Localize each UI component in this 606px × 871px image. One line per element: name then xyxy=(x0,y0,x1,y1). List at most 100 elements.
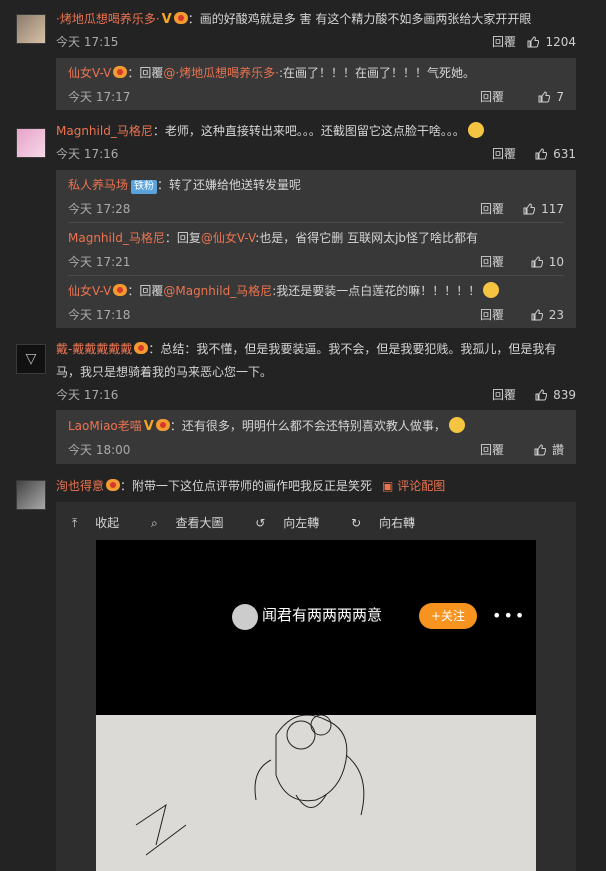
reply-body: :也是，省得它删 互联网太jb怪了啥比都有 xyxy=(255,231,479,245)
timestamp: 今天 17:17 xyxy=(68,90,131,104)
like-button[interactable]: 10 xyxy=(531,253,564,271)
reply-text: 仙女V-V ：回覆@·烤地瓜想喝养乐多·:在画了！！！在画了！！！气死她。 xyxy=(68,62,564,84)
emoji-icon xyxy=(483,282,500,298)
mention-link[interactable]: @Magnhild_马格尼 xyxy=(163,284,272,298)
reply-button[interactable]: 回覆 xyxy=(492,33,516,51)
reply-prefix: ：回复 xyxy=(164,231,201,245)
reply-body: ：还有很多，明明什么都不会还特别喜欢教人做事， xyxy=(169,419,446,433)
comment-text: Magnhild_马格尼：老师，这种直接转出来吧。。。还截图留它这点脸干啥。。。 xyxy=(56,120,576,143)
like-count: 讚 xyxy=(551,443,564,457)
like-button[interactable]: 839 xyxy=(535,386,576,404)
mention-link[interactable]: @·烤地瓜想喝养乐多· xyxy=(163,66,279,80)
sketch-icon xyxy=(135,714,365,856)
emoji-icon xyxy=(448,417,465,433)
divider xyxy=(68,275,564,276)
reply-text: Magnhild_马格尼：回复@仙女V-V:也是，省得它删 互联网太jb怪了啥比… xyxy=(68,227,564,249)
reply-button[interactable]: 回覆 xyxy=(480,253,504,271)
view-large-button[interactable]: ⌕ 查看大圖 xyxy=(151,516,238,530)
reply-prefix: ：回覆 xyxy=(127,284,164,298)
like-button[interactable]: 讚 xyxy=(534,441,564,459)
more-icon: ••• xyxy=(492,606,527,625)
timestamp: 今天 17:16 xyxy=(56,147,119,161)
timestamp: 今天 17:21 xyxy=(68,255,131,269)
username-link[interactable]: 私人养马场 xyxy=(68,178,128,192)
like-button[interactable]: 23 xyxy=(531,306,564,324)
member-icon xyxy=(155,419,170,431)
comment-body: 画的好酸鸡就是多 害 有这个精力酸不如多画两张给大家开开眼 xyxy=(199,12,532,26)
reply-button[interactable]: 回覆 xyxy=(480,200,504,218)
reply-button[interactable]: 回覆 xyxy=(480,441,504,459)
avatar[interactable] xyxy=(16,480,46,510)
thumbs-up-icon xyxy=(535,148,548,160)
username-link[interactable]: Magnhild_马格尼 xyxy=(68,231,165,245)
reply-list: 仙女V-V ：回覆@·烤地瓜想喝养乐多·:在画了！！！在画了！！！气死她。 今天 … xyxy=(56,58,576,110)
comment-image[interactable]: 闻君有两两两两意 +关注 ••• xyxy=(96,540,536,871)
username-link[interactable]: 戴-戴戴戴戴戴 xyxy=(56,342,132,356)
member-icon xyxy=(106,479,121,491)
rotate-right-label: 向右轉 xyxy=(379,516,416,530)
triangle-icon: ▽ xyxy=(25,351,37,367)
username-link[interactable]: 仙女V-V xyxy=(68,66,111,80)
like-button[interactable]: 7 xyxy=(538,88,564,106)
photo-header: 闻君有两两两两意 +关注 ••• xyxy=(96,540,536,715)
comment-picture-link[interactable]: ▣ 评论配图 xyxy=(382,479,445,493)
image-toolbar: ⤒ 收起 ⌕ 查看大圖 ↺ 向左轉 ↻ 向右轉 xyxy=(72,513,443,533)
timestamp: 今天 17:28 xyxy=(68,202,131,216)
like-count: 10 xyxy=(548,255,564,269)
reply-meta: 今天 17:18 回覆 23 xyxy=(68,306,564,324)
thumbs-up-icon xyxy=(534,444,546,456)
avatar[interactable] xyxy=(16,14,46,44)
comment-text: 洵也得意 ：附带一下这位点评带师的画作吧我反正是笑死 ▣ 评论配图 xyxy=(56,475,576,498)
username-link[interactable]: LaoMiao老喵 xyxy=(68,419,142,433)
comment-text: 戴-戴戴戴戴戴 ：总结：我不懂，但是我要装逼。我不会，但是我要犯贱。我孤儿，但是我… xyxy=(56,338,576,384)
reply-button[interactable]: 回覆 xyxy=(492,145,516,163)
reply-button[interactable]: 回覆 xyxy=(480,306,504,324)
like-button[interactable]: 1204 xyxy=(527,33,576,51)
reply-list: LaoMiao老喵 V ：还有很多，明明什么都不会还特别喜欢教人做事， 今天 18:… xyxy=(56,410,576,464)
rotate-right-button[interactable]: ↻ 向右轉 xyxy=(351,516,429,530)
comment-body: ：老师，这种直接转出来吧。。。还截图留它这点脸干啥。。。 xyxy=(152,124,465,138)
comment-body: ：附带一下这位点评带师的画作吧我反正是笑死 xyxy=(120,479,373,493)
member-icon xyxy=(173,12,188,24)
reply-button[interactable]: 回覆 xyxy=(480,88,504,106)
like-count: 839 xyxy=(553,388,576,402)
like-count: 1204 xyxy=(545,35,576,49)
member-icon xyxy=(113,66,128,78)
rotate-right-icon: ↻ xyxy=(351,516,362,530)
reply-body: :在画了！！！在画了！！！气死她。 xyxy=(279,66,476,80)
username-link[interactable]: 洵也得意 xyxy=(56,479,104,493)
verified-icon: V xyxy=(161,12,172,27)
reply-prefix: ：回覆 xyxy=(127,66,164,80)
thumbs-up-icon xyxy=(538,91,551,103)
avatar[interactable] xyxy=(16,128,46,158)
divider xyxy=(68,222,564,223)
username-link[interactable]: 仙女V-V xyxy=(68,284,111,298)
like-button[interactable]: 117 xyxy=(523,200,564,218)
reply-button[interactable]: 回覆 xyxy=(492,386,516,404)
collapse-label: 收起 xyxy=(95,516,120,530)
thumbs-up-icon xyxy=(535,389,548,401)
fan-badge: 铁粉 xyxy=(131,180,158,194)
timestamp: 今天 17:18 xyxy=(68,308,131,322)
reply-text: 私人养马场 铁粉 ：转了还嫌给他送转发量呢 xyxy=(68,174,564,196)
image-icon: ▣ xyxy=(382,479,398,493)
emoji-icon xyxy=(467,122,484,138)
mention-link[interactable]: @仙女V-V xyxy=(201,231,255,245)
rotate-left-button[interactable]: ↺ 向左轉 xyxy=(255,516,333,530)
avatar[interactable]: ▽ xyxy=(16,344,46,374)
collapse-button[interactable]: ⤒ 收起 xyxy=(72,516,133,530)
member-icon xyxy=(134,342,149,354)
photo-username: 闻君有两两两两意 xyxy=(262,606,383,624)
comment-meta: 今天 17:16 回覆 631 xyxy=(56,145,576,163)
reply-meta: 今天 17:17 回覆 7 xyxy=(68,88,564,106)
rotate-left-icon: ↺ xyxy=(255,516,266,530)
thumbs-up-icon xyxy=(527,36,540,48)
username-link[interactable]: Magnhild_马格尼 xyxy=(56,124,153,138)
like-button[interactable]: 631 xyxy=(535,145,576,163)
thumbs-up-icon xyxy=(531,309,543,321)
reply-text: 仙女V-V ：回覆@Magnhild_马格尼:我还是要装一点白莲花的嘛！！！！！ xyxy=(68,280,564,302)
thumbs-up-icon xyxy=(523,203,536,215)
username-link[interactable]: ·烤地瓜想喝养乐多· xyxy=(56,12,160,26)
like-count: 631 xyxy=(553,147,576,161)
reply-text: LaoMiao老喵 V ：还有很多，明明什么都不会还特别喜欢教人做事， xyxy=(68,415,564,438)
